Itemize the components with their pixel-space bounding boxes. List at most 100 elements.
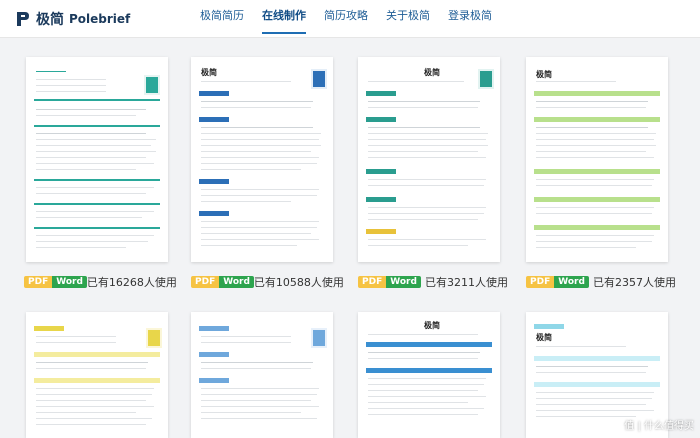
resume-line — [536, 410, 654, 411]
template-card-5[interactable] — [26, 312, 168, 438]
resume-line — [201, 107, 311, 108]
site-logo[interactable]: 极简 Polebrief — [14, 8, 130, 30]
resume-line — [36, 139, 156, 140]
section-bar — [199, 352, 229, 357]
usage-count: 已有10588人使用 — [253, 276, 344, 289]
resume-name: 极简 — [536, 333, 552, 342]
resume-line — [201, 362, 313, 363]
resume-line — [36, 145, 151, 146]
nav-online-create[interactable]: 在线制作 — [262, 0, 306, 38]
section-bar — [34, 227, 160, 229]
template-card-3[interactable]: 极简 — [358, 57, 500, 262]
resume-line — [36, 163, 154, 164]
template-card-4[interactable]: 极简 — [526, 57, 668, 262]
card-footer-1: PDF Word 已有16268人使用 — [24, 274, 177, 290]
resume-line — [36, 115, 136, 116]
resume-line — [536, 157, 654, 158]
template-card-6[interactable] — [191, 312, 333, 438]
section-bar — [366, 197, 396, 202]
template-card-1[interactable] — [26, 57, 168, 262]
section-bar — [34, 99, 160, 101]
resume-photo — [146, 328, 162, 348]
nav-about[interactable]: 关于极简 — [386, 0, 430, 38]
resume-line — [368, 414, 478, 415]
section-bar — [366, 117, 396, 122]
section-bar — [34, 179, 160, 181]
resume-line — [201, 195, 317, 196]
nav-jijian-resume[interactable]: 极简简历 — [200, 0, 244, 38]
resume-line — [36, 133, 146, 134]
resume-line — [201, 189, 319, 190]
resume-line — [201, 239, 319, 240]
resume-line — [368, 101, 480, 102]
resume-line — [536, 372, 646, 373]
resume-line — [36, 342, 116, 343]
logo-text-cn: 极简 — [36, 12, 64, 28]
resume-line — [536, 133, 656, 134]
resume-line — [368, 390, 478, 391]
resume-line — [368, 207, 486, 208]
pdf-tag[interactable]: PDF — [358, 276, 387, 288]
resume-line — [368, 358, 478, 359]
top-header: 极简 Polebrief 极简简历 在线制作 简历攻略 关于极简 登录极简 — [0, 0, 700, 38]
section-bar — [534, 169, 660, 174]
card-footer-3: PDF Word 已有3211人使用 — [358, 274, 508, 290]
resume-line — [36, 193, 146, 194]
card-footer-4: PDF Word 已有2357人使用 — [526, 274, 676, 290]
section-bar — [366, 229, 396, 234]
resume-line — [36, 412, 136, 413]
resume-line — [368, 151, 478, 152]
pdf-tag[interactable]: PDF — [191, 276, 220, 288]
section-bar — [34, 352, 160, 357]
section-bar — [199, 91, 229, 96]
resume-photo — [144, 75, 160, 95]
resume-name: 极简 — [424, 321, 440, 330]
resume-line — [536, 179, 654, 180]
resume-line — [201, 342, 291, 343]
word-tag[interactable]: Word — [219, 276, 254, 288]
section-bar — [366, 342, 492, 347]
word-tag[interactable]: Word — [52, 276, 87, 288]
resume-line — [368, 408, 484, 409]
resume-line — [36, 187, 154, 188]
nav-resume-guide[interactable]: 简历攻略 — [324, 0, 368, 38]
resume-line — [201, 151, 311, 152]
resume-photo — [311, 69, 327, 89]
usage-count: 已有3211人使用 — [425, 276, 508, 289]
resume-photo — [311, 328, 327, 348]
resume-photo — [478, 69, 494, 89]
section-bar — [199, 179, 229, 184]
resume-line — [368, 219, 478, 220]
resume-line — [368, 145, 488, 146]
section-bar — [199, 378, 229, 383]
word-tag[interactable]: Word — [386, 276, 421, 288]
section-bar — [199, 211, 229, 216]
pdf-tag[interactable]: PDF — [24, 276, 53, 288]
resume-line — [368, 213, 484, 214]
nav-login[interactable]: 登录极简 — [448, 0, 492, 38]
section-bar — [534, 197, 660, 202]
word-tag[interactable]: Word — [554, 276, 589, 288]
logo-text-en: Polebrief — [69, 12, 131, 26]
section-bar — [534, 356, 660, 361]
template-card-7[interactable]: 极简 — [358, 312, 500, 438]
resume-line — [536, 151, 646, 152]
resume-line — [36, 418, 152, 419]
resume-name: 极简 — [201, 68, 217, 77]
resume-line — [536, 366, 648, 367]
logo-icon — [17, 12, 29, 26]
resume-line — [201, 233, 311, 234]
section-bar — [366, 368, 492, 373]
watermark: 值 | 什么值得买 — [624, 421, 694, 432]
resume-line — [368, 139, 486, 140]
resume-line — [536, 213, 652, 214]
resume-line — [536, 392, 654, 393]
resume-line — [36, 235, 154, 236]
template-card-2[interactable]: 极简 — [191, 57, 333, 262]
resume-line — [36, 247, 126, 248]
resume-line — [536, 145, 656, 146]
resume-line — [36, 368, 146, 369]
resume-line — [201, 406, 319, 407]
resume-line — [368, 352, 480, 353]
pdf-tag[interactable]: PDF — [526, 276, 555, 288]
